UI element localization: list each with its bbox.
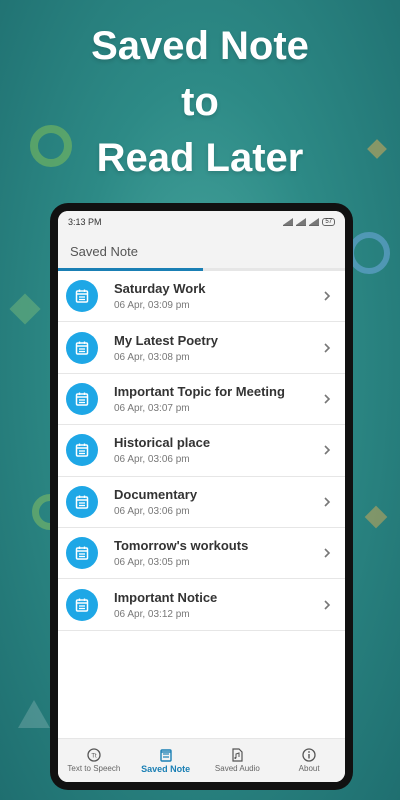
headline-line-3: Read Later	[96, 136, 304, 180]
decor-ring	[348, 232, 390, 274]
chevron-right-icon	[324, 394, 331, 404]
chevron-right-icon	[324, 445, 331, 455]
wifi-icon	[309, 217, 320, 226]
signal-icon	[296, 217, 307, 226]
note-date: 06 Apr, 03:08 pm	[114, 351, 190, 363]
headline: Saved Note to Read Later	[0, 18, 400, 186]
note-title: Saturday Work	[114, 281, 206, 297]
note-icon	[66, 537, 98, 570]
note-date: 06 Apr, 03:06 pm	[114, 505, 190, 517]
note-title: Documentary	[114, 486, 198, 502]
note-icon	[66, 485, 98, 518]
chevron-right-icon	[324, 343, 331, 353]
note-date: 06 Apr, 03:09 pm	[114, 300, 190, 312]
chevron-right-icon	[324, 497, 331, 507]
headline-line-1: Saved Note	[91, 24, 309, 68]
signal-icon	[283, 217, 294, 226]
note-list-item[interactable]: Documentary 06 Apr, 03:06 pm	[58, 477, 345, 528]
phone-screen: 3:13 PM 57 Saved Note Saturday Work 06 Ap…	[58, 211, 345, 782]
note-list-item[interactable]: Historical place 06 Apr, 03:06 pm	[58, 425, 345, 477]
chevron-right-icon	[324, 291, 331, 301]
chevron-right-icon	[324, 548, 331, 558]
tab-label: Saved Note	[141, 763, 191, 774]
status-bar: 3:13 PM 57	[58, 211, 345, 233]
note-list-item[interactable]: Saturday Work 06 Apr, 03:09 pm	[58, 271, 345, 323]
note-list-item[interactable]: Tomorrow's workouts 06 Apr, 03:05 pm	[58, 528, 345, 580]
note-date: 06 Apr, 03:06 pm	[114, 454, 190, 466]
note-list-item[interactable]: Important Notice 06 Apr, 03:12 pm	[58, 579, 345, 631]
phone-frame: 3:13 PM 57 Saved Note Saturday Work 06 Ap…	[50, 203, 353, 790]
app-bar: Saved Note	[58, 233, 345, 271]
chevron-right-icon	[324, 599, 331, 610]
tab-label: Text to Speech	[67, 764, 121, 773]
note-icon	[66, 280, 98, 313]
note-date: 06 Apr, 03:07 pm	[114, 402, 190, 414]
speech-icon: Tt	[87, 748, 101, 762]
note-icon	[66, 331, 98, 364]
decor-diamond	[9, 293, 41, 325]
note-title: My Latest Poetry	[114, 332, 219, 348]
info-icon	[302, 748, 316, 762]
note-date: 06 Apr, 03:12 pm	[114, 608, 190, 620]
status-time: 3:13 PM	[68, 217, 102, 227]
decor-diamond	[364, 505, 388, 529]
notes-list: Saturday Work 06 Apr, 03:09 pm My Latest P…	[58, 271, 345, 631]
note-list-item[interactable]: Important Topic for Meeting 06 Apr, 03:07…	[58, 374, 345, 426]
audio-file-icon	[232, 748, 243, 762]
tab-about[interactable]: About	[273, 739, 345, 782]
bottom-nav: Tt Text to Speech Saved Note Saved Audio…	[58, 738, 345, 782]
battery-icon: 57	[322, 218, 335, 226]
tab-label: About	[298, 764, 320, 773]
svg-text:Tt: Tt	[91, 754, 97, 760]
note-icon	[66, 588, 98, 621]
note-date: 06 Apr, 03:05 pm	[114, 557, 190, 569]
tab-text-to-speech[interactable]: Tt Text to Speech	[58, 739, 130, 782]
note-icon	[66, 382, 98, 415]
headline-line-2: to	[181, 80, 219, 124]
note-title: Tomorrow's workouts	[114, 538, 249, 554]
note-title: Historical place	[114, 435, 211, 451]
decor-triangle	[18, 700, 50, 728]
note-icon	[66, 434, 98, 467]
tab-label: Saved Audio	[214, 764, 260, 773]
note-list-item[interactable]: My Latest Poetry 06 Apr, 03:08 pm	[58, 322, 345, 374]
page-title: Saved Note	[70, 244, 138, 259]
note-title: Important Notice	[114, 589, 218, 605]
tab-saved-note[interactable]: Saved Note	[130, 739, 202, 782]
note-title: Important Topic for Meeting	[114, 383, 285, 399]
note-icon	[159, 748, 172, 762]
tab-saved-audio[interactable]: Saved Audio	[202, 739, 274, 782]
